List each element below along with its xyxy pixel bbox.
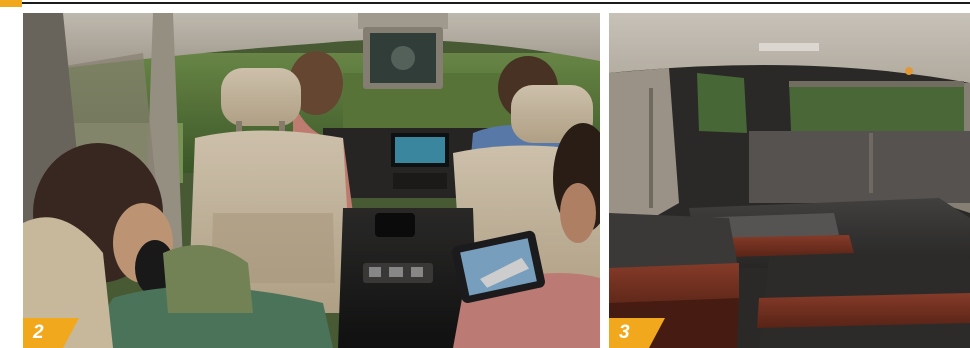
interior-passengers-photo: 2 [23,13,600,348]
accent-tab [0,0,22,7]
photo-number-label: 2 [33,322,44,343]
photo-number-badge: 2 [23,318,79,348]
divider-line [22,2,970,4]
cargo-area-photo: 3 [609,13,970,348]
photo-number-badge: 3 [609,318,665,348]
photo-number-label: 3 [619,322,630,343]
interior-passengers-illustration [23,13,600,348]
cargo-area-illustration [609,13,970,348]
top-rule [0,0,970,7]
